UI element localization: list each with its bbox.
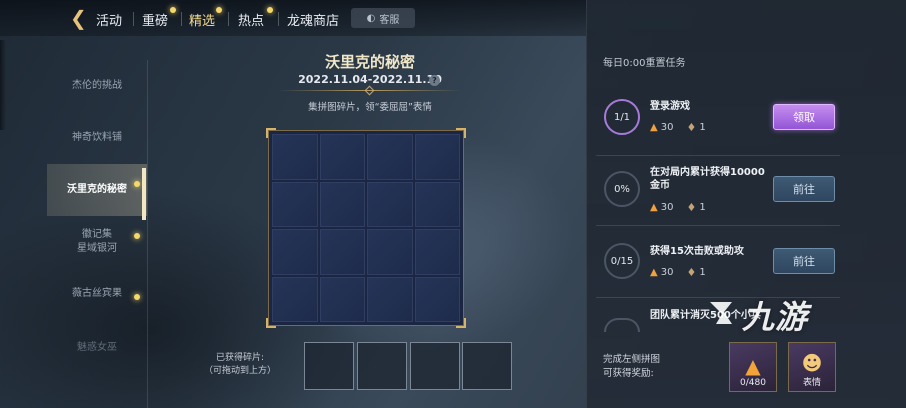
- task-progress-ring: 1/1: [604, 99, 640, 135]
- nav-back-label[interactable]: 活动: [96, 10, 122, 29]
- puzzle-piece-icon: ♦: [686, 266, 697, 279]
- frame-corner-ornament: [266, 318, 276, 328]
- puzzle-cell[interactable]: [414, 181, 460, 227]
- task-progress-value: 1/1: [613, 111, 631, 123]
- piece-slot[interactable]: [304, 342, 354, 390]
- sidebar-item-drinks[interactable]: 神奇饮料铺: [47, 112, 147, 164]
- puzzle-cell[interactable]: [319, 229, 365, 275]
- puzzle-cell[interactable]: [367, 276, 413, 322]
- task-progress-ring: 0/15: [604, 243, 640, 279]
- fire-icon: ▲: [745, 354, 761, 378]
- task-reward: ▲ 30 ♦ 1: [650, 266, 706, 279]
- puzzle-cell[interactable]: [367, 229, 413, 275]
- nav-notification-dot: [267, 7, 273, 13]
- left-edge-handle: [0, 40, 6, 130]
- back-chevron-icon[interactable]: ❮: [70, 8, 92, 29]
- frame-corner-ornament: [266, 128, 276, 138]
- puzzle-cell[interactable]: [367, 134, 413, 180]
- completion-reward-label: 完成左侧拼图 可获得奖励:: [603, 354, 661, 379]
- task-pieces: 1: [699, 122, 706, 133]
- sidebar-notification-dot: [134, 181, 140, 187]
- event-date: 2022.11.04-2022.11.10: [298, 73, 442, 86]
- puzzle-cell[interactable]: [272, 134, 318, 180]
- task-progress-value: 0/15: [610, 255, 634, 267]
- task-pieces: 1: [699, 267, 706, 278]
- piece-slot[interactable]: [462, 342, 512, 390]
- sidebar-item-warwick[interactable]: 沃里克的秘密: [47, 164, 147, 216]
- puzzle-cell[interactable]: [414, 276, 460, 322]
- nav-divider: [228, 12, 229, 26]
- task-progress-ring: [604, 318, 640, 332]
- sidebar-item-emblem[interactable]: 徽记集 星域银河: [47, 216, 147, 268]
- fire-icon: ▲: [650, 202, 658, 213]
- task-title: 登录游戏: [650, 101, 690, 112]
- event-description: 集拼图碎片，领“委屈屈”表情: [308, 102, 432, 113]
- puzzle-board[interactable]: [268, 130, 464, 326]
- task-points: 30: [660, 122, 674, 133]
- nav-tab-hot[interactable]: 热点: [238, 10, 264, 29]
- nav-notification-dot: [170, 7, 176, 13]
- collected-pieces-label: 已获得碎片: （可拖动到上方）: [203, 353, 276, 376]
- task-divider: [596, 155, 840, 156]
- frame-corner-ornament: [456, 128, 466, 138]
- nav-divider: [181, 12, 182, 26]
- fire-icon: ▲: [650, 267, 658, 278]
- event-title: 沃里克的秘密: [324, 53, 415, 71]
- customer-service-button[interactable]: ◐ 客服: [351, 8, 415, 28]
- task-points: 30: [660, 267, 674, 278]
- nav-tab-heavy[interactable]: 重磅: [142, 10, 168, 29]
- customer-service-label: 客服: [379, 14, 400, 26]
- headset-icon: ◐: [366, 12, 376, 24]
- nav-tab-shop[interactable]: 龙魂商店: [287, 10, 339, 29]
- task-divider: [596, 225, 840, 226]
- reward-points-value: 0/480: [740, 378, 766, 388]
- reward-emote-label: 表情: [802, 378, 821, 388]
- reward-points-box[interactable]: ▲ 0/480: [729, 342, 777, 392]
- task-pieces: 1: [699, 202, 706, 213]
- sidebar-active-indicator: [142, 168, 146, 220]
- frame-corner-ornament: [456, 318, 466, 328]
- sidebar-item-jayce[interactable]: 杰伦的挑战: [47, 60, 147, 112]
- nav-divider: [133, 12, 134, 26]
- emote-icon: ☻: [801, 351, 823, 375]
- puzzle-cell[interactable]: [319, 134, 365, 180]
- task-points: 30: [660, 202, 674, 213]
- watermark-mark-icon: [710, 302, 732, 324]
- puzzle-cell[interactable]: [319, 181, 365, 227]
- puzzle-piece-icon: ♦: [686, 121, 697, 134]
- sidebar-notification-dot: [134, 233, 140, 239]
- nav-divider: [278, 12, 279, 26]
- nav-notification-dot: [216, 7, 222, 13]
- watermark-logo: 九游: [742, 298, 809, 336]
- puzzle-cell[interactable]: [319, 276, 365, 322]
- task-title: 在对局内累计获得10000金币: [650, 167, 765, 191]
- sidebar-item-bingo[interactable]: 薇古丝宾果: [47, 268, 147, 320]
- go-button[interactable]: 前往: [773, 176, 835, 202]
- reward-emote-box[interactable]: ☻ 表情: [788, 342, 836, 392]
- event-sidebar: 杰伦的挑战 神奇饮料铺 沃里克的秘密 徽记集 星域银河 薇古丝宾果 魅惑女巫: [47, 60, 147, 408]
- puzzle-cell[interactable]: [272, 181, 318, 227]
- piece-slot[interactable]: [410, 342, 460, 390]
- nav-tab-selected[interactable]: 精选: [189, 10, 215, 29]
- puzzle-cell[interactable]: [272, 229, 318, 275]
- sidebar-item-witch[interactable]: 魅惑女巫: [47, 322, 147, 374]
- puzzle-cell[interactable]: [414, 229, 460, 275]
- task-reward: ▲ 30 ♦ 1: [650, 201, 706, 214]
- sidebar-divider: [147, 60, 148, 408]
- daily-reset-label: 每日0:00重置任务: [603, 58, 686, 69]
- sidebar-notification-dot: [134, 294, 140, 300]
- claim-button[interactable]: 领取: [773, 104, 835, 130]
- puzzle-piece-icon: ♦: [686, 201, 697, 214]
- task-reward: ▲ 30 ♦ 1: [650, 121, 706, 134]
- puzzle-cell[interactable]: [367, 181, 413, 227]
- task-progress-value: 0%: [614, 183, 630, 195]
- puzzle-cell[interactable]: [414, 134, 460, 180]
- info-icon[interactable]: ?: [429, 75, 440, 86]
- fire-icon: ▲: [650, 122, 658, 133]
- task-progress-ring: 0%: [604, 171, 640, 207]
- piece-slot[interactable]: [357, 342, 407, 390]
- go-button[interactable]: 前往: [773, 248, 835, 274]
- puzzle-cell[interactable]: [272, 276, 318, 322]
- task-title: 获得15次击败或助攻: [650, 246, 744, 257]
